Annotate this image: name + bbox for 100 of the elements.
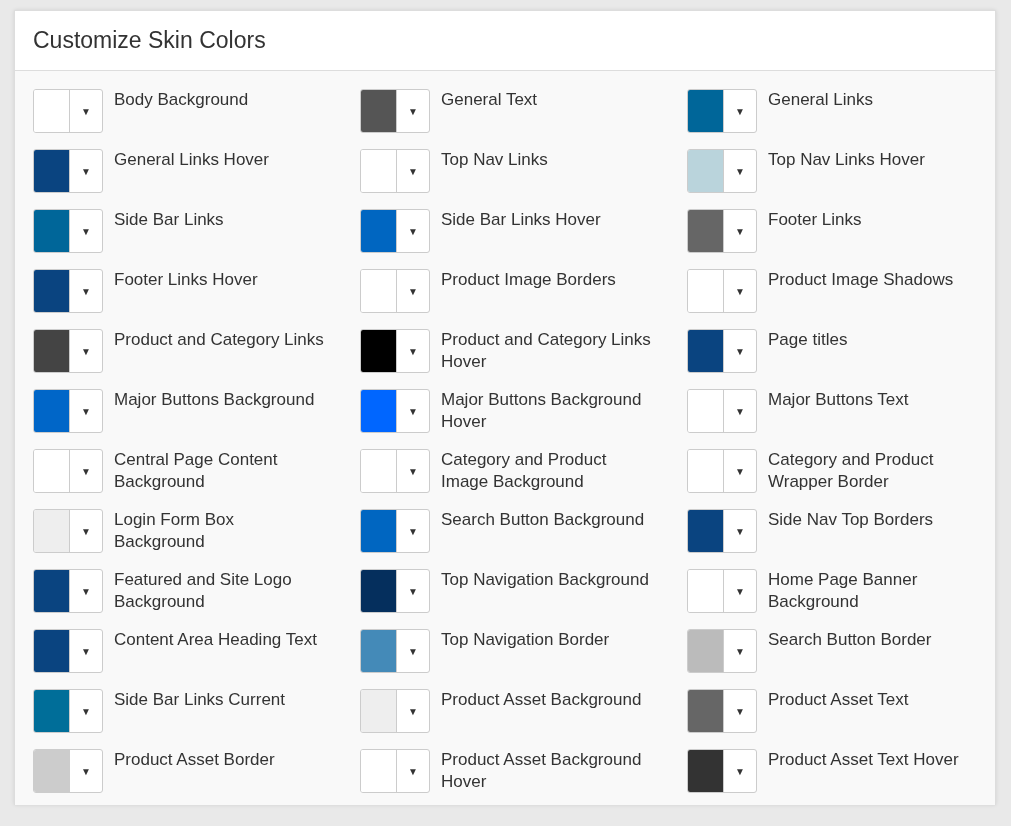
color-picker[interactable]: ▼ [687, 89, 757, 133]
color-picker[interactable]: ▼ [33, 389, 103, 433]
color-picker[interactable]: ▼ [33, 509, 103, 553]
color-picker[interactable]: ▼ [360, 269, 430, 313]
color-picker[interactable]: ▼ [33, 209, 103, 253]
color-label: Major Buttons Background Hover [441, 389, 643, 433]
dropdown-arrow: ▼ [80, 464, 92, 479]
color-picker[interactable]: ▼ [360, 509, 430, 553]
dropdown-arrow: ▼ [407, 284, 419, 299]
color-label: Product Image Borders [441, 269, 616, 291]
color-picker[interactable]: ▼ [360, 569, 430, 613]
color-label: Search Button Background [441, 509, 645, 531]
dropdown-arrow: ▼ [80, 284, 92, 299]
color-picker[interactable]: ▼ [360, 689, 430, 733]
color-picker[interactable]: ▼ [687, 569, 757, 613]
color-picker[interactable]: ▼ [360, 89, 430, 133]
color-picker[interactable]: ▼ [33, 329, 103, 373]
dropdown-arrow: ▼ [407, 584, 419, 599]
dropdown-arrow: ▼ [407, 464, 419, 479]
dropdown-arrow: ▼ [407, 704, 419, 719]
color-picker[interactable]: ▼ [360, 209, 430, 253]
color-picker[interactable]: ▼ [33, 569, 103, 613]
color-picker[interactable]: ▼ [687, 149, 757, 193]
dropdown-arrow: ▼ [407, 524, 419, 539]
dropdown-arrow: ▼ [734, 284, 746, 299]
color-picker[interactable]: ▼ [687, 269, 757, 313]
dropdown-arrow: ▼ [407, 164, 419, 179]
dropdown-arrow: ▼ [80, 764, 92, 779]
dropdown-arrow: ▼ [407, 344, 419, 359]
color-picker[interactable]: ▼ [33, 689, 103, 733]
color-picker[interactable]: ▼ [360, 749, 430, 793]
panel-title: Customize Skin Colors [33, 26, 266, 55]
dropdown-arrow: ▼ [80, 704, 92, 719]
color-picker[interactable]: ▼ [33, 269, 103, 313]
color-picker[interactable]: ▼ [33, 629, 103, 673]
color-label: Top Navigation Background [441, 569, 649, 591]
color-label: Top Navigation Border [441, 629, 610, 651]
color-label: Search Button Border [768, 629, 932, 651]
dropdown-arrow: ▼ [734, 644, 746, 659]
dropdown-arrow: ▼ [407, 224, 419, 239]
dropdown-arrow: ▼ [407, 404, 419, 419]
color-label: Product and Category Links Hover [441, 329, 651, 373]
dropdown-arrow: ▼ [734, 464, 746, 479]
color-label: Featured and Site Logo Background [114, 569, 293, 613]
dropdown-arrow: ▼ [80, 524, 92, 539]
color-picker[interactable]: ▼ [360, 329, 430, 373]
color-label: Product Asset Text Hover [768, 749, 959, 771]
color-label: Side Nav Top Borders [768, 509, 934, 531]
color-picker[interactable]: ▼ [33, 749, 103, 793]
color-label: Product and Category Links [114, 329, 324, 351]
dropdown-arrow: ▼ [80, 224, 92, 239]
color-label: Category and Product Wrapper Border [768, 449, 935, 493]
color-label: Major Buttons Background [114, 389, 315, 411]
dropdown-arrow: ▼ [734, 524, 746, 539]
dropdown-arrow: ▼ [80, 104, 92, 119]
color-picker[interactable]: ▼ [687, 509, 757, 553]
dropdown-arrow: ▼ [734, 344, 746, 359]
color-picker[interactable]: ▼ [687, 449, 757, 493]
dropdown-arrow: ▼ [734, 764, 746, 779]
color-label: General Text [441, 89, 538, 111]
dropdown-arrow: ▼ [80, 344, 92, 359]
color-picker[interactable]: ▼ [360, 389, 430, 433]
color-picker[interactable]: ▼ [687, 689, 757, 733]
color-label: Page titles [768, 329, 848, 351]
dropdown-arrow: ▼ [80, 584, 92, 599]
color-picker[interactable]: ▼ [687, 629, 757, 673]
color-label: Product Asset Border [114, 749, 275, 771]
dropdown-arrow: ▼ [80, 404, 92, 419]
color-label: Side Bar Links Hover [441, 209, 601, 231]
color-label: Body Background [114, 89, 249, 111]
dropdown-arrow: ▼ [734, 704, 746, 719]
color-label: Product Asset Text [768, 689, 909, 711]
color-picker[interactable]: ▼ [687, 209, 757, 253]
color-picker[interactable]: ▼ [360, 629, 430, 673]
dropdown-arrow: ▼ [734, 404, 746, 419]
dropdown-arrow: ▼ [734, 224, 746, 239]
dropdown-arrow: ▼ [734, 584, 746, 599]
color-label: Top Nav Links [441, 149, 548, 171]
dropdown-arrow: ▼ [734, 164, 746, 179]
color-label: Product Asset Background [441, 689, 642, 711]
color-picker[interactable]: ▼ [360, 449, 430, 493]
color-picker[interactable]: ▼ [33, 149, 103, 193]
color-label: Footer Links Hover [114, 269, 258, 291]
color-label: Side Bar Links [114, 209, 224, 231]
dropdown-arrow: ▼ [407, 644, 419, 659]
color-label: Category and Product Image Background [441, 449, 608, 493]
color-picker[interactable]: ▼ [687, 749, 757, 793]
color-picker[interactable]: ▼ [360, 149, 430, 193]
color-picker[interactable]: ▼ [33, 449, 103, 493]
color-label: General Links Hover [114, 149, 269, 171]
dropdown-arrow: ▼ [407, 104, 419, 119]
color-picker[interactable]: ▼ [687, 329, 757, 373]
color-label: General Links [768, 89, 873, 111]
color-label: Content Area Heading Text [114, 629, 317, 651]
dropdown-arrow: ▼ [80, 164, 92, 179]
dropdown-arrow: ▼ [407, 764, 419, 779]
color-picker[interactable]: ▼ [687, 389, 757, 433]
color-picker[interactable]: ▼ [33, 89, 103, 133]
color-label: Product Image Shadows [768, 269, 954, 291]
color-label: Home Page Banner Background [768, 569, 919, 613]
